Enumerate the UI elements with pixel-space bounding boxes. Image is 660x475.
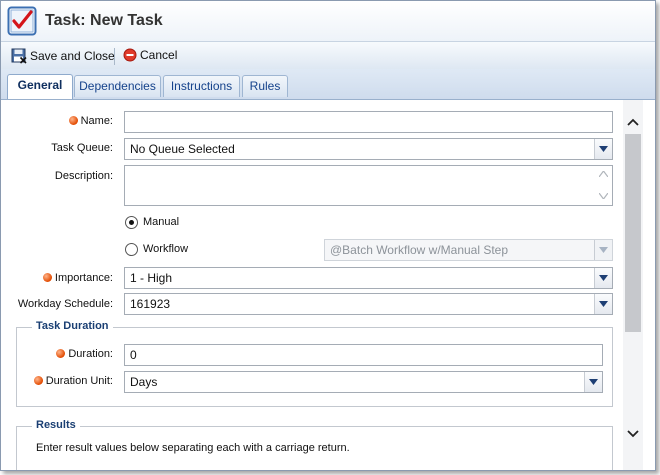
chevron-down-icon (594, 240, 612, 260)
task-queue-label: Task Queue: (51, 142, 113, 154)
tab-dependencies[interactable]: Dependencies (74, 75, 161, 97)
task-window: Task: New Task Save and Close Cancel Gen… (0, 0, 656, 471)
description-label: Description: (54, 170, 113, 182)
cancel-button[interactable]: Cancel (123, 48, 177, 62)
duration-unit-label: Duration Unit: (11, 375, 113, 387)
importance-select[interactable]: 1 - High (124, 267, 613, 289)
save-and-close-label: Save and Close (30, 49, 115, 63)
chevron-down-icon[interactable] (584, 372, 602, 392)
chevron-down-icon[interactable] (594, 268, 612, 288)
workflow-radio[interactable] (125, 243, 138, 256)
toolbar-separator (114, 48, 115, 65)
workday-schedule-label: Workday Schedule: (17, 298, 113, 310)
task-duration-fieldset: Task Duration (16, 320, 613, 407)
name-label: Name: (11, 115, 113, 127)
task-duration-legend: Task Duration (32, 320, 113, 332)
importance-label: Importance: (11, 272, 113, 284)
general-form: Name: Task Queue: No Queue Selected Desc… (1, 100, 623, 470)
cancel-icon (123, 48, 137, 62)
description-textarea[interactable] (124, 165, 613, 206)
duration-label: Duration: (11, 348, 113, 360)
duration-unit-select[interactable]: Days (124, 371, 603, 393)
name-input[interactable] (124, 111, 613, 133)
scroll-down-icon[interactable] (599, 193, 608, 199)
checklist-icon (7, 6, 37, 36)
manual-label: Manual (143, 216, 180, 228)
chevron-up-icon[interactable] (627, 118, 639, 126)
tab-instructions[interactable]: Instructions (163, 75, 240, 97)
importance-value: 1 - High (130, 271, 173, 285)
results-hint: Enter result values below separating eac… (36, 442, 350, 454)
results-legend: Results (32, 419, 80, 431)
tab-general[interactable]: General (7, 74, 73, 99)
chevron-down-icon[interactable] (594, 139, 612, 159)
save-and-close-button[interactable]: Save and Close (11, 48, 115, 64)
window-title: Task: New Task (45, 12, 163, 29)
save-close-icon (11, 48, 27, 64)
chevron-down-icon[interactable] (594, 294, 612, 314)
task-queue-select[interactable]: No Queue Selected (124, 138, 613, 160)
task-queue-value: No Queue Selected (130, 142, 235, 156)
required-indicator-icon (68, 116, 78, 125)
tab-bar: General Dependencies Instructions Rules (1, 69, 655, 100)
workday-schedule-select[interactable]: 161923 (124, 293, 613, 315)
required-indicator-icon (33, 376, 43, 385)
scroll-up-icon[interactable] (599, 171, 608, 177)
toolbar: Save and Close Cancel (1, 41, 655, 70)
chevron-down-icon[interactable] (627, 430, 639, 438)
title-bar: Task: New Task (1, 1, 655, 41)
scrollbar-thumb[interactable] (625, 134, 641, 332)
vertical-scrollbar[interactable] (623, 100, 643, 470)
workflow-value: @Batch Workflow w/Manual Step (330, 243, 509, 257)
workflow-label: Workflow (143, 243, 189, 255)
workday-schedule-value: 161923 (130, 297, 171, 311)
cancel-label: Cancel (140, 48, 178, 62)
required-indicator-icon (42, 273, 52, 282)
duration-unit-value: Days (130, 375, 158, 389)
workflow-select: @Batch Workflow w/Manual Step (324, 239, 613, 261)
tab-rules[interactable]: Rules (242, 75, 288, 97)
manual-radio[interactable] (125, 216, 138, 229)
duration-input[interactable]: 0 (124, 344, 603, 366)
required-indicator-icon (56, 349, 66, 358)
